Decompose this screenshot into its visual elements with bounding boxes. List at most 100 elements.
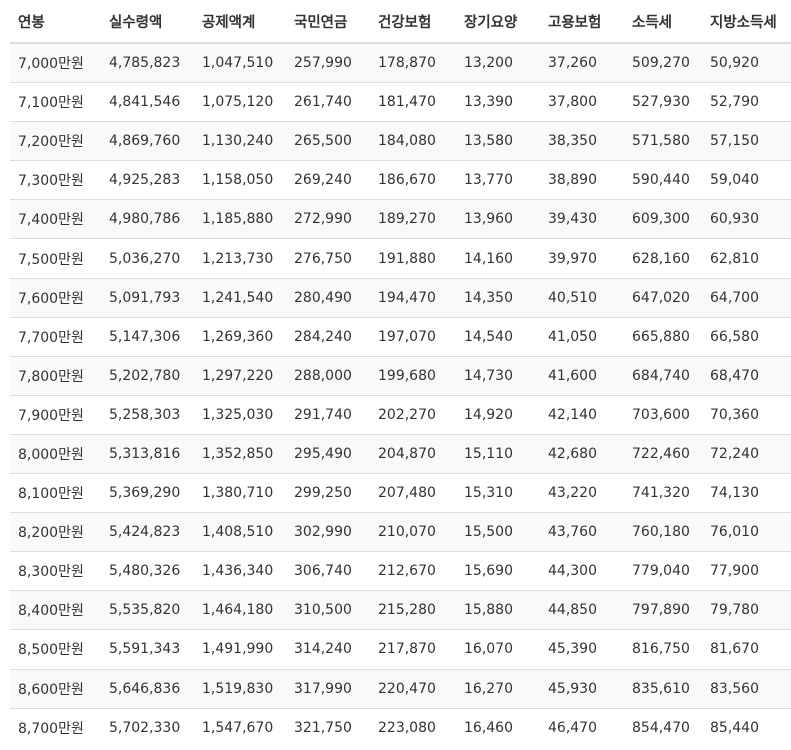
table-cell: 272,990 [286,199,370,239]
table-cell: 220,470 [370,668,456,709]
table-cell: 1,075,120 [194,82,286,122]
table-cell: 202,270 [370,394,456,435]
table-row: 8,300만원 5,480,326 1,436,340 306,740 212,670 1… [10,551,791,591]
table-cell: 299,250 [286,473,370,513]
table-cell: 4,980,786 [101,199,194,239]
table-cell: 1,436,340 [194,551,286,591]
table-cell: 1,185,880 [194,199,286,239]
table-row: 8,400만원 5,535,820 1,464,180 310,500 215,280 1… [10,590,791,630]
table-cell: 45,930 [540,668,624,709]
table-cell: 835,610 [624,668,702,709]
table-cell: 66,580 [702,316,791,357]
table-cell: 50,920 [702,42,791,83]
table-row: 8,200만원 5,424,823 1,408,510 302,990 210,070 1… [10,512,791,552]
table-cell: 665,880 [624,316,702,357]
table-cell: 217,870 [370,629,456,669]
table-cell: 291,740 [286,394,370,435]
table-cell: 5,702,330 [101,707,194,747]
table-cell: 186,670 [370,160,456,200]
table-cell: 321,750 [286,707,370,747]
table-cell: 223,080 [370,707,456,747]
column-header: 건강보험 [370,0,456,44]
table-cell: 38,350 [540,121,624,161]
table-cell: 571,580 [624,121,702,161]
salary-table: 연봉 실수령액 공제액계 국민연금 건강보험 장기요양 고용보험 소득세 지방소득세 7,000… [10,0,791,747]
table-cell: 779,040 [624,551,702,591]
table-cell: 14,350 [456,277,540,318]
table-cell: 5,036,270 [101,238,194,279]
table-cell: 178,870 [370,42,456,83]
table-cell: 5,424,823 [101,512,194,552]
table-cell: 722,460 [624,433,702,474]
table-cell: 527,930 [624,82,702,122]
table-cell: 7,400만원 [10,199,101,239]
table-cell: 197,070 [370,316,456,357]
table-cell: 13,960 [456,199,540,239]
table-cell: 14,160 [456,238,540,279]
table-cell: 14,540 [456,316,540,357]
table-cell: 280,490 [286,277,370,318]
table-cell: 184,080 [370,121,456,161]
column-header: 국민연금 [286,0,370,44]
table-cell: 4,869,760 [101,121,194,161]
table-cell: 1,491,990 [194,629,286,669]
salary-table-container: 연봉 실수령액 공제액계 국민연금 건강보험 장기요양 고용보험 소득세 지방소득세 7,000… [10,0,791,747]
table-cell: 1,408,510 [194,512,286,552]
table-cell: 15,880 [456,590,540,630]
table-cell: 189,270 [370,199,456,239]
table-cell: 16,270 [456,668,540,709]
table-cell: 684,740 [624,355,702,396]
table-cell: 64,700 [702,277,791,318]
table-row: 7,700만원 5,147,306 1,269,360 284,240 197,070 1… [10,316,791,357]
table-cell: 302,990 [286,512,370,552]
table-cell: 5,313,816 [101,433,194,474]
table-cell: 8,300만원 [10,551,101,591]
table-cell: 5,591,343 [101,629,194,669]
table-cell: 210,070 [370,512,456,552]
table-cell: 647,020 [624,277,702,318]
table-cell: 44,300 [540,551,624,591]
table-row: 7,300만원 4,925,283 1,158,050 269,240 186,670 1… [10,160,791,200]
table-row: 8,000만원 5,313,816 1,352,850 295,490 204,870 1… [10,433,791,474]
table-cell: 8,500만원 [10,629,101,669]
column-header: 연봉 [10,0,101,44]
table-cell: 1,547,670 [194,707,286,747]
table-cell: 194,470 [370,277,456,318]
column-header: 소득세 [624,0,702,44]
table-cell: 1,269,360 [194,316,286,357]
table-cell: 60,930 [702,199,791,239]
table-cell: 13,580 [456,121,540,161]
table-cell: 15,690 [456,551,540,591]
table-cell: 7,000만원 [10,42,101,83]
table-row: 7,000만원 4,785,823 1,047,510 257,990 178,870 1… [10,42,791,83]
table-cell: 41,600 [540,355,624,396]
table-cell: 57,150 [702,121,791,161]
table-cell: 5,646,836 [101,668,194,709]
table-cell: 7,600만원 [10,277,101,318]
table-cell: 269,240 [286,160,370,200]
table-cell: 83,560 [702,668,791,709]
table-cell: 854,470 [624,707,702,747]
table-cell: 45,390 [540,629,624,669]
table-cell: 1,213,730 [194,238,286,279]
table-cell: 760,180 [624,512,702,552]
table-cell: 44,850 [540,590,624,630]
table-cell: 16,070 [456,629,540,669]
column-header: 지방소득세 [702,0,791,44]
table-cell: 43,760 [540,512,624,552]
table-cell: 81,670 [702,629,791,669]
table-cell: 797,890 [624,590,702,630]
table-cell: 79,780 [702,590,791,630]
table-cell: 8,600만원 [10,668,101,709]
table-cell: 15,310 [456,473,540,513]
table-cell: 7,300만원 [10,160,101,200]
table-cell: 1,464,180 [194,590,286,630]
table-cell: 5,147,306 [101,316,194,357]
table-row: 7,200만원 4,869,760 1,130,240 265,500 184,080 1… [10,121,791,161]
table-cell: 39,430 [540,199,624,239]
table-cell: 1,352,850 [194,433,286,474]
table-cell: 1,519,830 [194,668,286,709]
table-cell: 5,535,820 [101,590,194,630]
table-cell: 215,280 [370,590,456,630]
column-header: 공제액계 [194,0,286,44]
